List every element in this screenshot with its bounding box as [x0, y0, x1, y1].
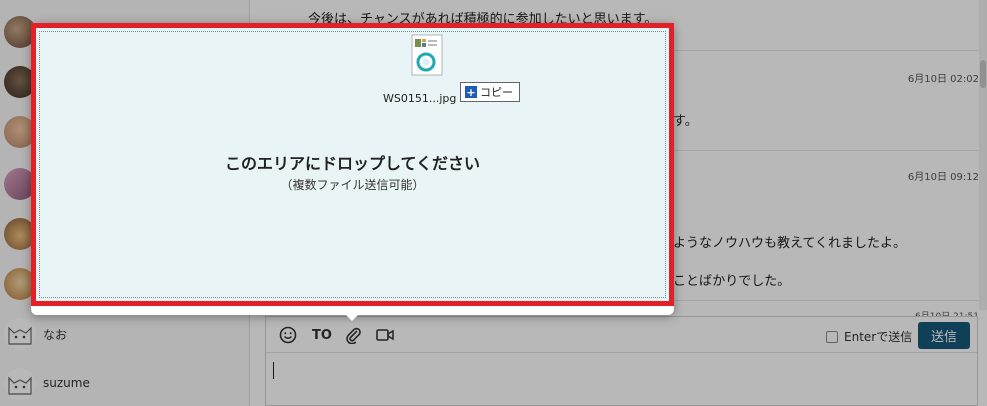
drop-zone-title: このエリアにドロップしてください [224, 154, 481, 173]
dragged-file-icon [411, 34, 443, 76]
popover-arrow [343, 312, 361, 321]
drop-zone-subtitle: （複数ファイル送信可能） [280, 178, 425, 192]
file-drop-zone[interactable]: このエリアにドロップしてください （複数ファイル送信可能） WS0151...j… [31, 23, 674, 306]
plus-icon: + [465, 85, 477, 99]
copy-label: コピー [480, 86, 513, 99]
copy-cursor-tooltip: + コピー [460, 82, 520, 102]
dragged-file-name: WS0151...jpg [383, 92, 457, 105]
